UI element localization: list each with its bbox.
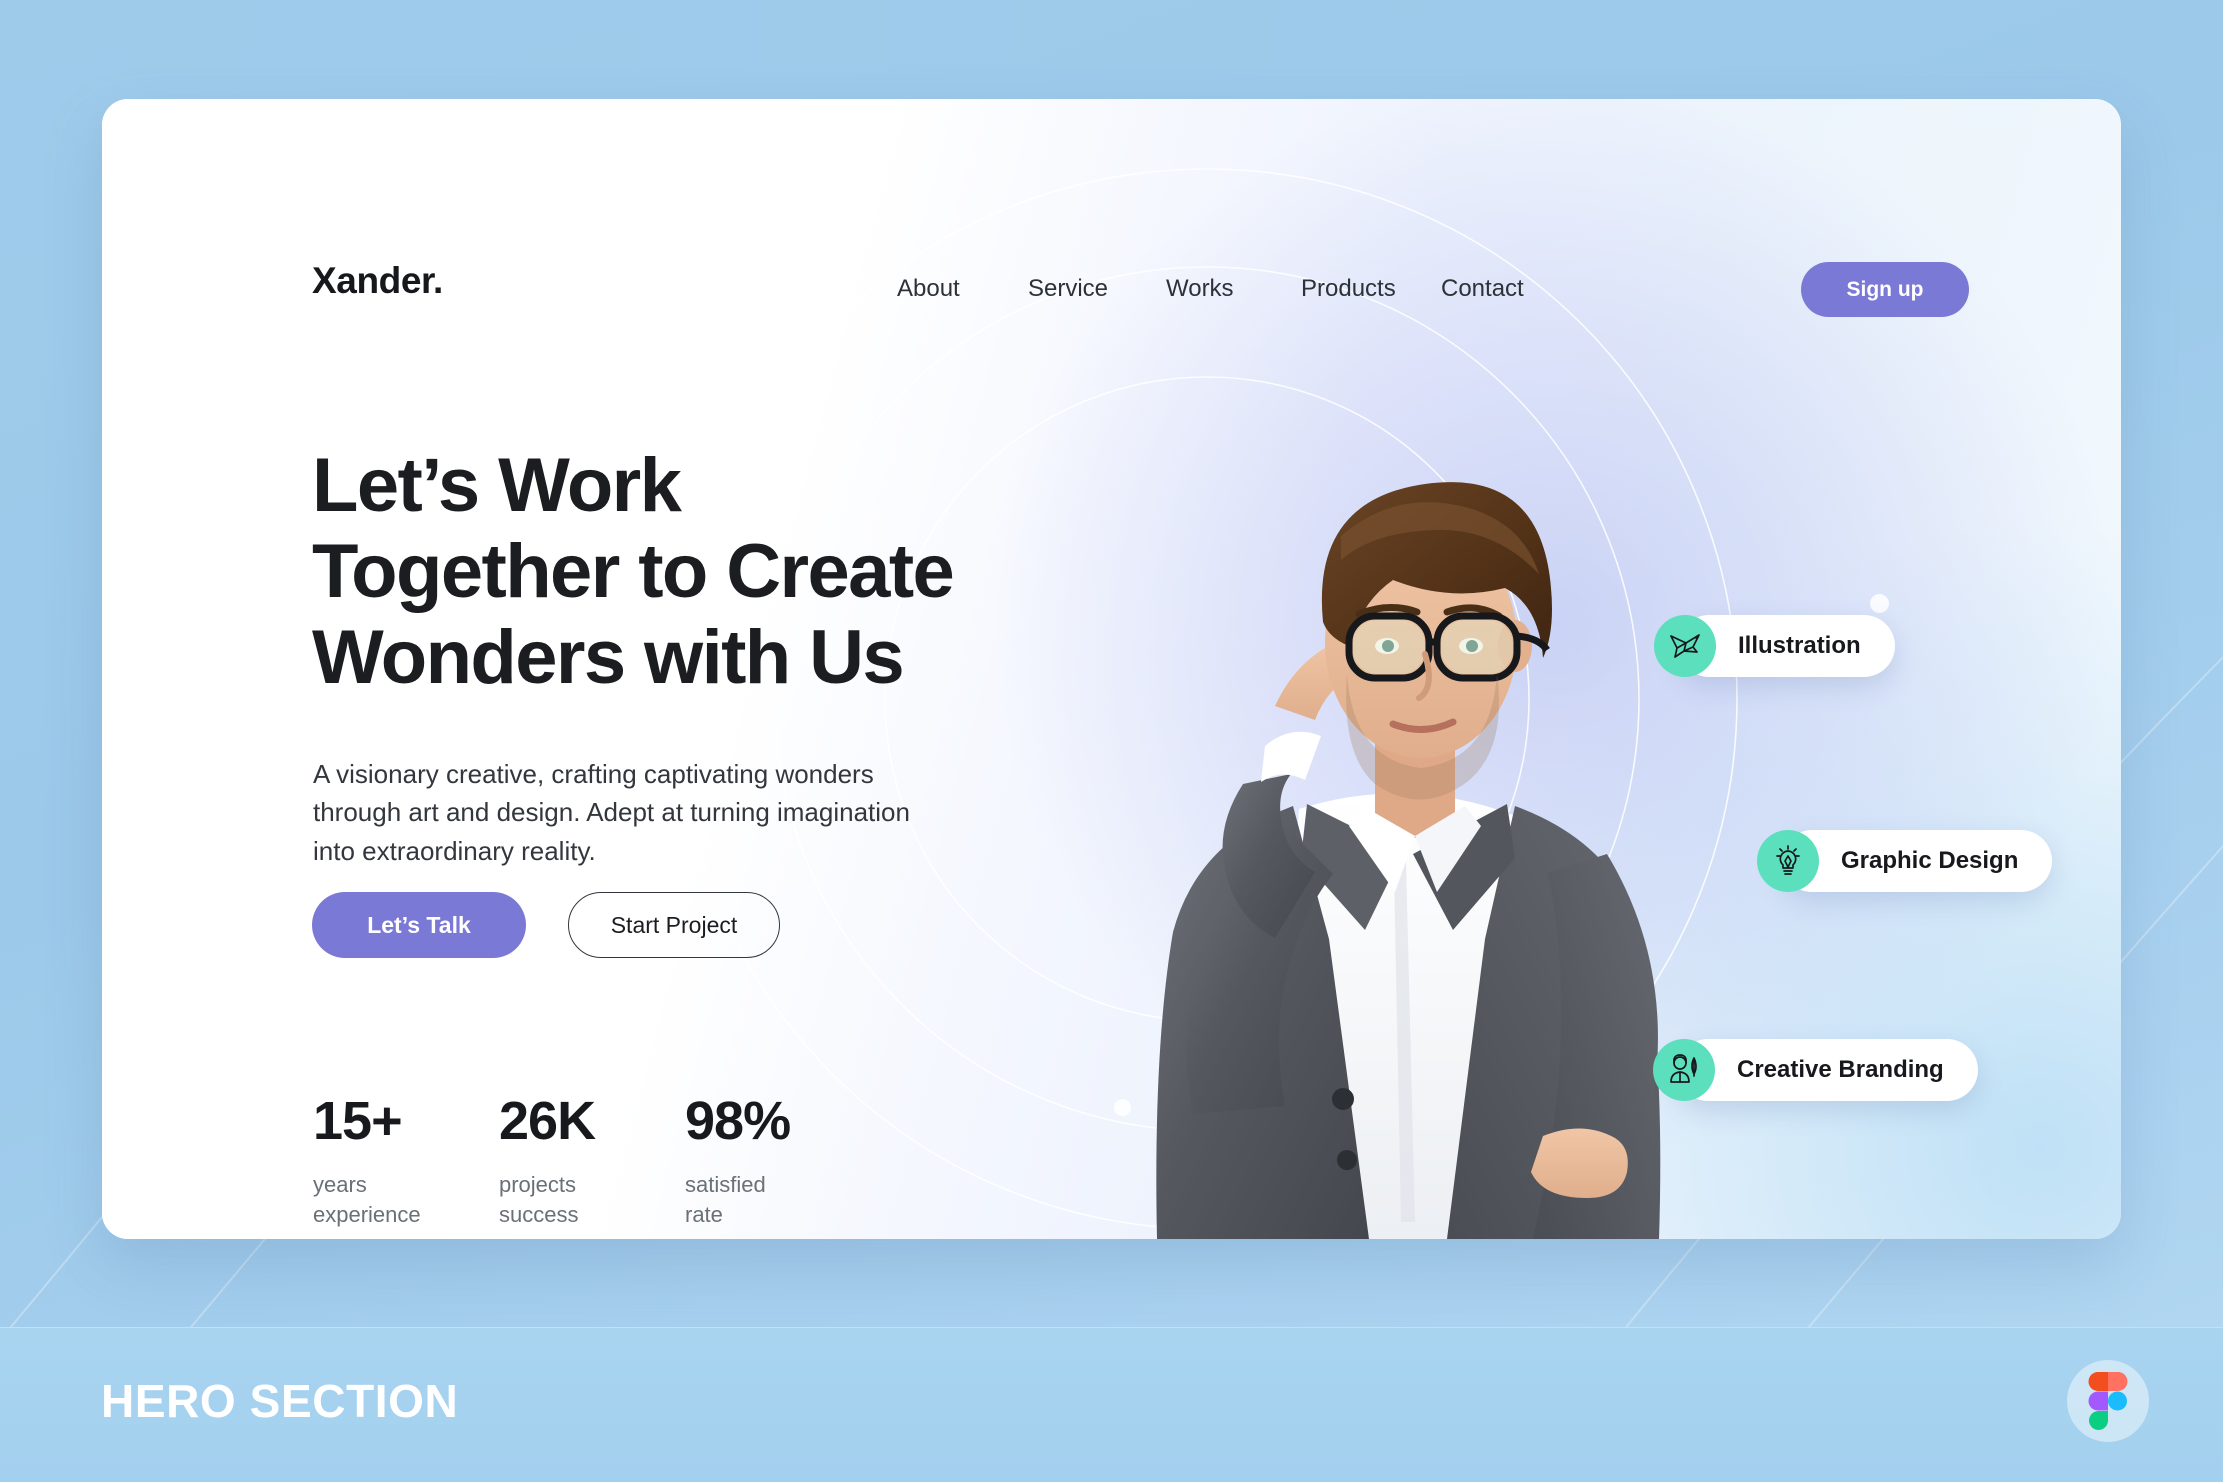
stat-item: 26K projects success — [499, 1094, 685, 1230]
page-canvas: Xander. About Service Works Products Con… — [0, 0, 2223, 1482]
stat-item: 98% satisfied rate — [685, 1091, 791, 1230]
headline-line-2: Together to Create — [312, 528, 955, 614]
badge-graphic-design[interactable]: Graphic Design — [1757, 830, 2053, 892]
nav-item-works[interactable]: Works — [1166, 277, 1301, 301]
lightbulb-pen-icon — [1757, 830, 1819, 892]
stat-value: 98% — [685, 1091, 791, 1151]
main-navigation: About Service Works Products Contact — [897, 277, 1524, 301]
origami-bird-icon — [1654, 615, 1716, 677]
badge-illustration[interactable]: Illustration — [1654, 615, 1895, 677]
nav-item-products[interactable]: Products — [1301, 277, 1441, 301]
footer-caption: HERO SECTION — [101, 1375, 459, 1427]
cta-row: Let’s Talk Start Project — [312, 892, 780, 958]
stat-value: 26K — [499, 1091, 596, 1151]
figma-logo-icon — [2088, 1372, 2128, 1430]
stat-label: projects success — [499, 1172, 579, 1227]
site-header: Xander. About Service Works Products Con… — [102, 99, 2121, 317]
figma-logo-badge — [2067, 1360, 2149, 1442]
hero-portrait-image — [1007, 354, 1787, 1239]
headline-line-1: Let’s Work — [312, 442, 682, 528]
footer-band: HERO SECTION — [0, 1327, 2223, 1482]
stat-item: 15+ years experience — [313, 1094, 499, 1230]
headline-line-3: Wonders with Us — [312, 614, 905, 700]
page-title: Let’s Work Together to Create Wonders wi… — [312, 443, 1072, 701]
badge-label: Creative Branding — [1677, 1039, 1978, 1101]
badge-label: Graphic Design — [1781, 830, 2053, 892]
logo[interactable]: Xander. — [312, 262, 443, 299]
start-project-button[interactable]: Start Project — [568, 892, 780, 958]
hero-subcopy: A visionary creative, crafting captivati… — [313, 759, 910, 866]
nav-item-contact[interactable]: Contact — [1441, 277, 1524, 301]
stats-group: 15+ years experience 26K projects succes… — [313, 1091, 791, 1230]
stat-label: satisfied rate — [685, 1172, 766, 1227]
stat-value: 15+ — [313, 1091, 403, 1151]
badge-creative-branding[interactable]: Creative Branding — [1653, 1039, 1978, 1101]
stat-label: years experience — [313, 1172, 421, 1227]
hero-card: Xander. About Service Works Products Con… — [102, 99, 2121, 1239]
lets-talk-button[interactable]: Let’s Talk — [312, 892, 526, 958]
nav-item-about[interactable]: About — [897, 277, 1028, 301]
signup-button[interactable]: Sign up — [1801, 262, 1969, 317]
nav-item-service[interactable]: Service — [1028, 277, 1166, 301]
person-feather-icon — [1653, 1039, 1715, 1101]
